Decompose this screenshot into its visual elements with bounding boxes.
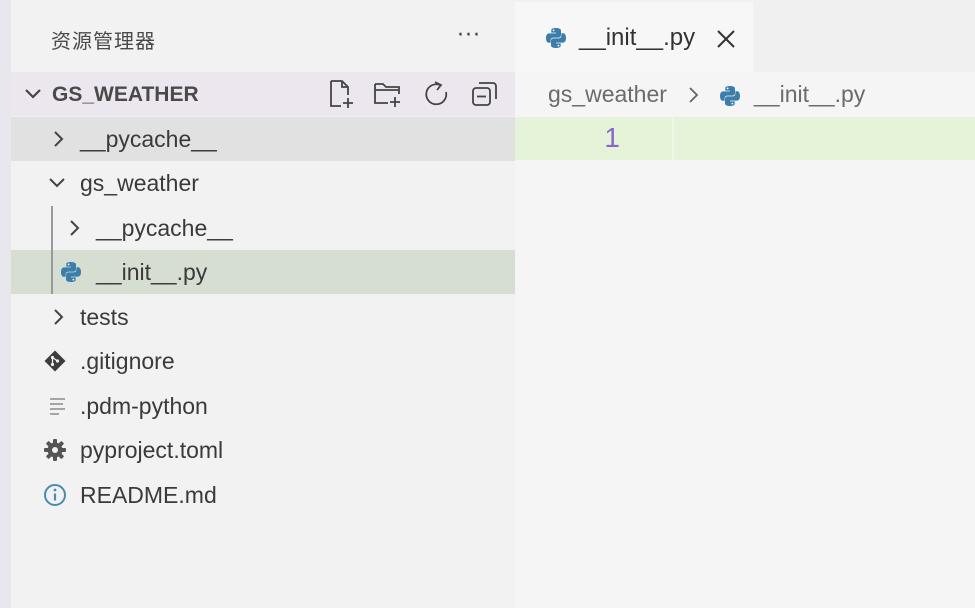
python-icon — [546, 28, 566, 48]
collapse-all-icon[interactable] — [469, 78, 501, 110]
explorer-sidebar: 资源管理器 ··· GS_WEATHER __pycache__ gs_weat… — [11, 0, 515, 608]
tree-item-label: __init__.py — [96, 259, 208, 285]
more-actions-button[interactable]: ··· — [451, 16, 487, 56]
workspace-title: GS_WEATHER — [52, 83, 199, 106]
tree-item-label: gs_weather — [80, 170, 199, 196]
tree-item-tests[interactable]: tests — [11, 295, 515, 339]
chevron-right-icon — [70, 220, 80, 236]
tree-item-gitignore[interactable]: .gitignore — [11, 339, 515, 383]
explorer-title: 资源管理器 — [51, 29, 156, 53]
new-file-icon[interactable] — [325, 78, 357, 110]
breadcrumb: gs_weather __init__.py — [515, 72, 975, 118]
close-icon[interactable] — [715, 28, 737, 50]
tree-item-label: __pycache__ — [96, 215, 233, 241]
tree-item-label: .pdm-python — [80, 393, 208, 419]
tree-item-gs-weather[interactable]: gs_weather — [11, 161, 515, 205]
tree-item-pdm-python[interactable]: .pdm-python — [11, 384, 515, 428]
tree-item-label: tests — [80, 304, 129, 330]
tree-item-readme[interactable]: README.md — [11, 473, 515, 517]
chevron-down-icon — [49, 178, 65, 188]
chevron-right-icon — [689, 87, 699, 103]
tab-bar: __init__.py — [515, 0, 975, 72]
tab-label: __init__.py — [579, 24, 696, 51]
info-icon — [44, 484, 66, 506]
breadcrumb-folder[interactable]: gs_weather — [548, 81, 667, 108]
tree-item-pycache-nested[interactable]: __pycache__ — [11, 206, 515, 250]
tree-item-pyproject[interactable]: pyproject.toml — [11, 428, 515, 472]
refresh-icon[interactable] — [421, 78, 453, 110]
tree-item-label: .gitignore — [80, 348, 175, 374]
explorer-header: 资源管理器 ··· — [11, 0, 515, 72]
tree-item-pycache[interactable]: __pycache__ — [11, 117, 515, 161]
tree-item-label: README.md — [80, 482, 217, 508]
editor-area: __init__.py gs_weather __init__.py 1 — [515, 0, 975, 608]
breadcrumb-file[interactable]: __init__.py — [754, 81, 865, 108]
workspace-section-header[interactable]: GS_WEATHER — [11, 72, 515, 116]
line-number: 1 — [604, 122, 620, 153]
tree-item-label: __pycache__ — [80, 126, 217, 152]
gear-icon — [44, 439, 66, 461]
gutter-separator — [672, 117, 674, 160]
tree-item-label: pyproject.toml — [80, 437, 224, 463]
activity-bar-strip — [0, 0, 11, 608]
python-icon — [61, 262, 81, 282]
new-folder-icon[interactable] — [372, 78, 404, 110]
text-file-icon — [50, 398, 65, 415]
tree-item-init-py[interactable]: __init__.py — [11, 250, 515, 294]
indent-guide — [51, 206, 53, 294]
chevron-right-icon — [54, 309, 64, 325]
tab-init-py[interactable]: __init__.py — [515, 2, 753, 72]
chevron-down-icon — [25, 89, 41, 99]
chevron-right-icon — [54, 131, 64, 147]
git-icon — [44, 350, 66, 372]
current-line-highlight[interactable]: 1 — [515, 117, 975, 160]
python-icon — [720, 86, 740, 106]
